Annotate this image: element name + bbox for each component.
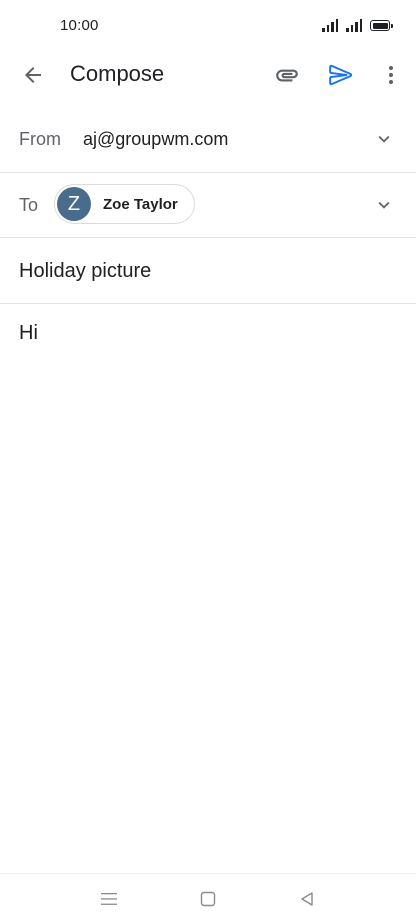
home-square-icon (200, 891, 216, 907)
compose-screen: 10:00 Compose From aj@groupwm.com To Z Z… (0, 0, 416, 924)
to-label: To (19, 195, 39, 215)
more-vert-icon (389, 66, 393, 84)
arrow-back-icon (25, 67, 41, 83)
to-expand-button[interactable] (368, 189, 400, 221)
from-row: From aj@groupwm.com (0, 107, 416, 173)
avatar: Z (57, 187, 91, 221)
attach-button[interactable] (268, 56, 306, 94)
app-bar: Compose (0, 52, 416, 98)
from-label: From (19, 129, 61, 149)
menu-icon (101, 893, 117, 905)
chevron-down-icon (378, 201, 390, 209)
status-icons (322, 18, 393, 32)
send-icon (329, 64, 353, 86)
from-account[interactable]: aj@groupwm.com (83, 129, 228, 150)
paperclip-icon (276, 69, 298, 82)
status-bar: 10:00 (0, 0, 416, 52)
chevron-down-icon (378, 135, 390, 143)
system-nav-bar (0, 873, 416, 924)
signal-icon-2 (346, 19, 362, 32)
body-field[interactable]: Hi (19, 322, 399, 822)
subject-field[interactable]: Holiday picture (19, 260, 151, 283)
signal-icon (322, 19, 338, 32)
from-expand-button[interactable] (368, 123, 400, 155)
more-options-button[interactable] (372, 56, 410, 94)
back-triangle-icon (301, 892, 313, 906)
page-title: Compose (70, 61, 165, 86)
status-time: 10:00 (60, 17, 99, 34)
battery-icon (370, 20, 393, 31)
nav-home-button[interactable] (193, 886, 223, 912)
send-button[interactable] (322, 56, 360, 94)
nav-menu-button[interactable] (94, 886, 124, 912)
subject-row: Holiday picture (0, 238, 416, 304)
recipient-chip[interactable]: Z Zoe Taylor (54, 184, 195, 224)
to-row: To Z Zoe Taylor (0, 173, 416, 238)
recipient-name: Zoe Taylor (103, 195, 178, 213)
back-button[interactable] (14, 56, 52, 94)
nav-back-button[interactable] (292, 886, 322, 912)
